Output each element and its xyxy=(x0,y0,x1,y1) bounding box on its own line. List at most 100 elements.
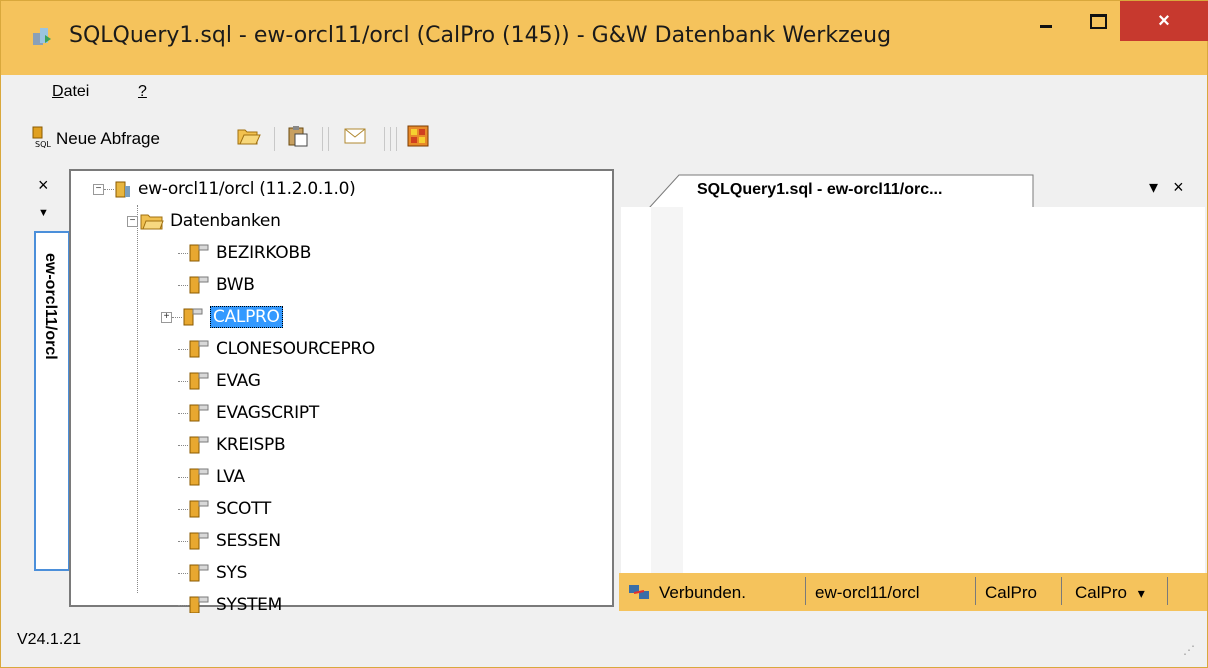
status-user: CalPro xyxy=(985,583,1037,602)
database-label: SYS xyxy=(216,563,248,583)
new-query-button[interactable]: Neue Abfrage xyxy=(56,129,160,149)
app-window: SQLQuery1.sql - ew-orcl11/orcl (CalPro (… xyxy=(0,0,1208,668)
open-folder-icon[interactable] xyxy=(236,124,262,148)
expand-icon[interactable]: + xyxy=(161,311,172,323)
tree-connector xyxy=(178,284,188,286)
status-server: ew-orcl11/orcl xyxy=(815,583,920,602)
maximize-button[interactable] xyxy=(1075,1,1121,41)
tree-node-database[interactable]: BWB xyxy=(167,273,255,297)
tree-connector xyxy=(178,348,188,350)
tree-connector xyxy=(178,540,188,542)
tree-node-database[interactable]: CLONESOURCEPRO xyxy=(167,337,375,361)
database-icon xyxy=(183,308,203,326)
database-icon xyxy=(189,340,209,358)
sql-query-icon: SQL xyxy=(32,126,51,149)
database-label: BWB xyxy=(216,275,255,295)
tree-connector xyxy=(178,380,188,382)
status-connection: Verbunden. xyxy=(659,583,746,602)
tree-node-database[interactable]: SCOTT xyxy=(167,497,271,521)
tree-node-database[interactable]: EVAGSCRIPT xyxy=(167,401,319,425)
database-icon xyxy=(189,596,209,614)
database-icon xyxy=(189,404,209,422)
database-icon xyxy=(189,532,209,550)
database-label: KREISPB xyxy=(216,435,286,455)
database-label: BEZIRKOBB xyxy=(216,243,312,263)
database-icon xyxy=(189,372,209,390)
menu-help[interactable]: ? xyxy=(138,83,147,101)
folder-icon xyxy=(140,214,164,230)
database-icon xyxy=(189,244,209,262)
schema-value: CalPro xyxy=(1075,583,1127,602)
tree-node-folder[interactable]: − Datenbanken xyxy=(127,209,281,233)
toolbar-separator xyxy=(322,127,323,151)
close-button[interactable]: × xyxy=(1120,1,1208,41)
toolbar-separator xyxy=(396,127,397,151)
toolbar-separator xyxy=(384,127,385,151)
status-separator xyxy=(1167,577,1168,605)
toolbar: SQL Neue Abfrage xyxy=(10,115,1199,161)
database-icon xyxy=(189,468,209,486)
schema-dropdown[interactable]: CalPro ▾ xyxy=(1075,583,1145,603)
tree-root-label: ew-orcl11/orcl (11.2.0.1.0) xyxy=(138,179,356,199)
editor-tab-title: SQLQuery1.sql - ew-orcl11/orc... xyxy=(697,181,943,198)
tree-node-database[interactable]: LVA xyxy=(167,465,245,489)
menu-datei[interactable]: Datei xyxy=(52,83,89,101)
editor-panel: SQLQuery1.sql - ew-orcl11/orc... ▾ × xyxy=(619,167,1207,607)
collapse-icon[interactable]: − xyxy=(127,215,138,227)
editor-tab[interactable]: SQLQuery1.sql - ew-orcl11/orc... xyxy=(649,173,1049,207)
toolbar-separator xyxy=(328,127,329,151)
status-separator xyxy=(975,577,976,605)
side-tab-connection[interactable]: ew-orcl11/orcl xyxy=(34,231,70,571)
toolbar-separator xyxy=(390,127,391,151)
tree-node-database[interactable]: KREISPB xyxy=(167,433,286,457)
sql-editor[interactable] xyxy=(621,207,1205,605)
tree-connector xyxy=(104,188,114,190)
tree-folder-label: Datenbanken xyxy=(170,211,281,231)
tab-close-icon[interactable]: × xyxy=(1173,177,1184,197)
minimize-button[interactable] xyxy=(1023,1,1069,41)
mail-icon[interactable] xyxy=(344,127,366,145)
connection-status-bar: Verbunden. ew-orcl11/orcl CalPro CalPro … xyxy=(619,573,1207,611)
database-tree[interactable]: − ew-orcl11/orcl (11.2.0.1.0) − Datenban… xyxy=(69,169,614,615)
grid-icon[interactable] xyxy=(406,124,430,148)
tree-connector xyxy=(178,252,188,254)
maximize-icon xyxy=(1089,13,1107,29)
tree-node-database[interactable]: + CALPRO xyxy=(161,305,283,329)
side-dropdown-icon[interactable]: ▼ xyxy=(38,207,49,219)
status-separator xyxy=(805,577,806,605)
tree-node-database[interactable]: SESSEN xyxy=(167,529,281,553)
side-panel: × ▼ ew-orcl11/orcl xyxy=(10,167,70,613)
database-label: LVA xyxy=(216,467,245,487)
app-icon xyxy=(33,28,51,45)
database-label: EVAGSCRIPT xyxy=(216,403,319,423)
database-label: CLONESOURCEPRO xyxy=(216,339,376,359)
chevron-down-icon: ▾ xyxy=(1137,585,1145,601)
collapse-icon[interactable]: − xyxy=(93,183,104,195)
tree-connector xyxy=(137,205,138,593)
title-bar[interactable]: SQLQuery1.sql - ew-orcl11/orcl (CalPro (… xyxy=(1,1,1208,75)
tree-node-database[interactable]: EVAG xyxy=(167,369,261,393)
database-label: CALPRO xyxy=(210,306,283,328)
connected-icon xyxy=(629,585,649,599)
database-label: SYSTEM xyxy=(216,595,282,615)
status-separator xyxy=(1061,577,1062,605)
tree-node-root[interactable]: − ew-orcl11/orcl (11.2.0.1.0) xyxy=(93,177,356,201)
menu-datei-rest: atei xyxy=(63,83,90,100)
tree-connector xyxy=(178,444,188,446)
resize-grip-icon[interactable]: ⋰ xyxy=(1183,643,1195,657)
menu-bar: Datei ? xyxy=(10,75,1199,111)
tree-node-database[interactable]: SYS xyxy=(167,561,247,585)
menu-datei-mnemonic: D xyxy=(52,83,64,100)
tree-connector xyxy=(172,316,182,318)
side-close-icon[interactable]: × xyxy=(38,175,49,196)
tab-dropdown-icon[interactable]: ▾ xyxy=(1149,177,1158,197)
tree-connector xyxy=(178,412,188,414)
close-icon: × xyxy=(1158,9,1170,32)
clipboard-icon[interactable] xyxy=(286,124,310,148)
database-icon xyxy=(189,500,209,518)
status-bar: V24.1.21 ⋰ xyxy=(1,613,1207,667)
tree-node-database[interactable]: BEZIRKOBB xyxy=(167,241,311,265)
tree-connector xyxy=(178,572,188,574)
tree-connector xyxy=(178,508,188,510)
svg-text:SQL: SQL xyxy=(35,140,51,149)
